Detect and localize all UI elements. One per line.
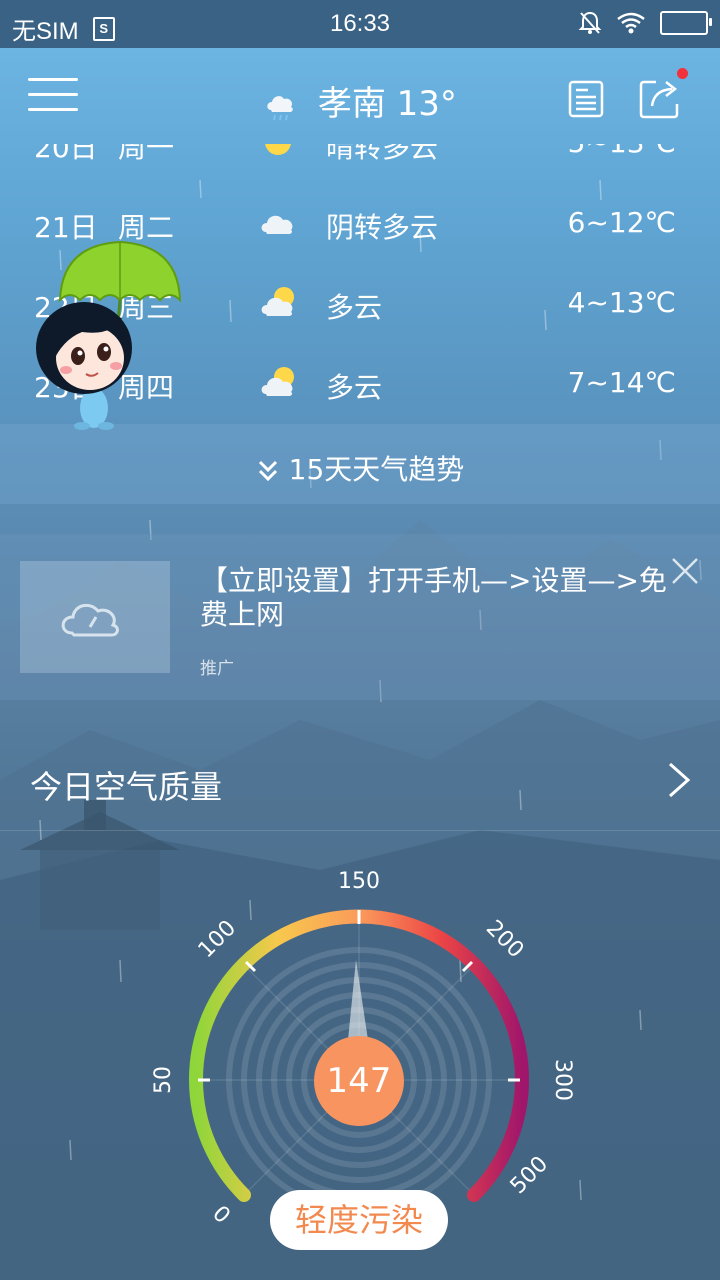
trend-label: 15天天气趋势 (288, 453, 465, 486)
scale-label-150: 150 (338, 869, 380, 894)
wifi-icon (617, 12, 645, 34)
status-icons (578, 10, 712, 36)
ad-thumbnail (20, 561, 170, 673)
scale-label-500: 500 (506, 1152, 553, 1199)
forecast-temp: 6~12℃ (567, 206, 676, 239)
current-temp: 13° (396, 84, 457, 124)
partly-cloudy-icon (261, 287, 294, 316)
scale-label-300: 300 (550, 1059, 575, 1101)
partly-cloudy-icon (261, 367, 294, 396)
mute-icon (578, 11, 602, 34)
chevron-right-icon (669, 762, 691, 798)
close-icon[interactable] (670, 556, 700, 586)
battery-icon (660, 11, 712, 35)
forecast-weekday: 周一 (118, 144, 175, 164)
forecast-row[interactable]: 20日 周一 晴转多云 5~13℃ (0, 144, 720, 184)
trend-row: 15天天气趋势 (0, 448, 720, 488)
forecast-temp: 4~13℃ (567, 286, 676, 319)
air-quality-title: 今日空气质量 (30, 768, 223, 806)
forecast-temp: 5~13℃ (568, 144, 676, 159)
scale-label-100: 100 (194, 916, 241, 963)
status-bar: 无SIM S 16:33 (0, 0, 720, 48)
news-button[interactable] (566, 78, 606, 118)
trend-button[interactable]: 15天天气趋势 (0, 424, 720, 504)
ad-tag: 推广 (200, 659, 234, 679)
scale-label-200: 200 (481, 916, 528, 963)
cloudy-icon (261, 215, 293, 234)
notification-dot (677, 68, 688, 79)
ad-banner[interactable]: 【立即设置】打开手机—>设置—>免费上网 推广 (0, 534, 720, 700)
aqi-level-badge[interactable]: 轻度污染 (270, 1190, 448, 1250)
scale-label-0: 0 (209, 1199, 237, 1227)
city-name: 孝南 (317, 84, 386, 124)
forecast-condition: 阴转多云 (326, 211, 439, 244)
aqi-value: 147 (314, 1036, 404, 1126)
forecast-condition: 多云 (326, 291, 383, 324)
share-button[interactable] (638, 68, 688, 120)
forecast-condition: 多云 (326, 371, 383, 404)
double-chevron-down-icon (258, 460, 277, 482)
city-title[interactable]: 孝南 13° (0, 76, 720, 125)
rain-cloud-icon (267, 95, 293, 120)
ad-title: 【立即设置】打开手机—>设置—>免费上网 (200, 564, 667, 631)
share-icon (639, 80, 679, 119)
forecast-temp: 7~14℃ (567, 366, 676, 399)
app-header: 孝南 13° (0, 48, 720, 144)
cloud-placeholder-icon (61, 603, 119, 637)
sun-icon (265, 144, 291, 155)
forecast-condition: 晴转多云 (326, 144, 439, 164)
air-quality-header[interactable]: 今日空气质量 (0, 730, 720, 831)
gauge-needle (348, 960, 368, 1040)
forecast-date: 20日 (34, 144, 98, 164)
umbrella-mascot[interactable] (22, 240, 192, 430)
scale-label-50: 50 (151, 1066, 176, 1094)
